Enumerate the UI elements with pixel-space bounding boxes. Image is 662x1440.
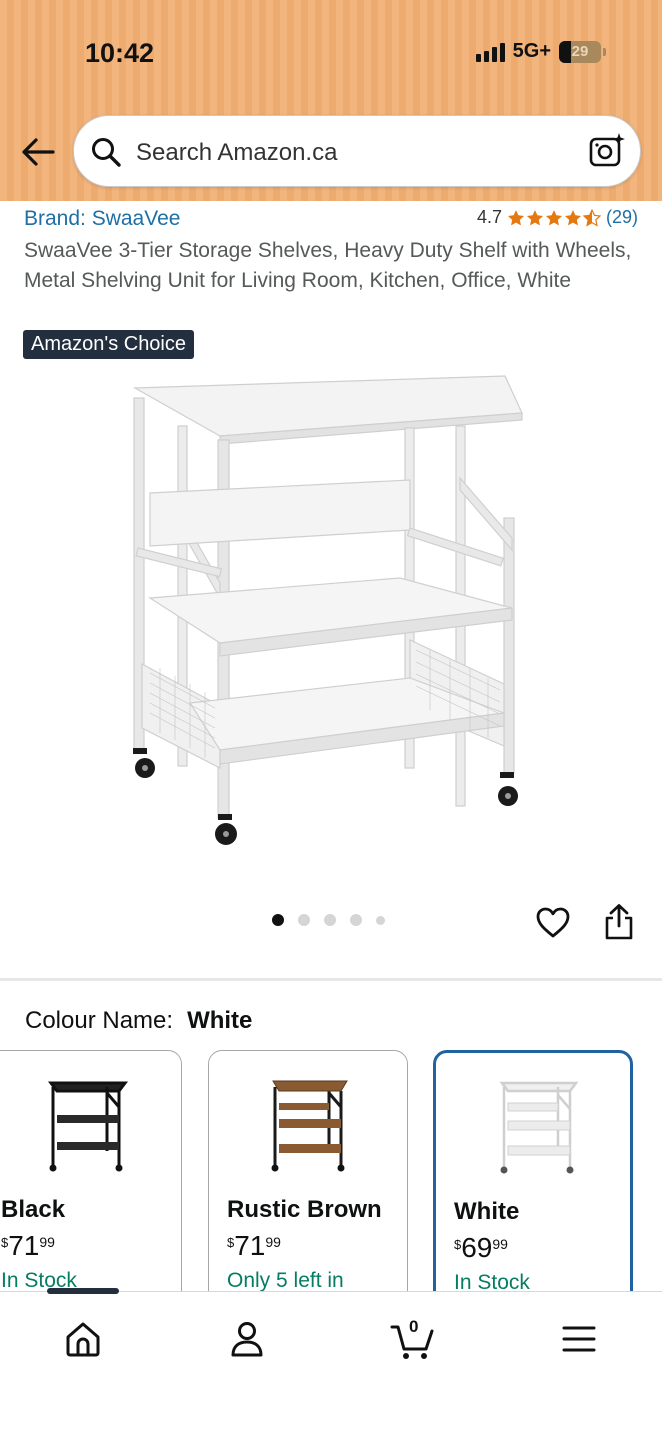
carousel-dot[interactable] bbox=[272, 914, 284, 926]
colour-thumbnail bbox=[499, 1081, 579, 1174]
colour-thumbnail bbox=[271, 1080, 348, 1172]
nav-home[interactable] bbox=[60, 1316, 106, 1362]
rating-summary[interactable]: 4.7 (29) bbox=[477, 207, 638, 228]
active-tab-indicator bbox=[47, 1288, 119, 1294]
amazons-choice-badge: Amazon's Choice bbox=[23, 330, 194, 359]
star-icon bbox=[526, 209, 544, 225]
home-icon bbox=[66, 1322, 100, 1357]
colour-option-rustic-brown[interactable]: Rustic Brown $71 99 Only 5 left in bbox=[208, 1050, 408, 1310]
colour-option-name: White bbox=[454, 1198, 520, 1225]
camera-lens-icon[interactable] bbox=[588, 132, 626, 170]
star-icon bbox=[545, 209, 563, 225]
star-icon bbox=[507, 209, 525, 225]
back-button[interactable] bbox=[18, 132, 58, 172]
share-icon[interactable] bbox=[603, 903, 635, 941]
colour-option-price: $71 99 bbox=[227, 1230, 281, 1261]
rating-value: 4.7 bbox=[476, 207, 502, 227]
person-icon bbox=[231, 1322, 263, 1357]
colour-thumbnail bbox=[48, 1081, 128, 1172]
colour-option-name: Black bbox=[1, 1196, 66, 1223]
colour-label: Colour Name: White bbox=[25, 1007, 252, 1035]
selected-colour: White bbox=[187, 1007, 253, 1034]
colour-label-text: Colour Name: bbox=[25, 1007, 174, 1034]
colour-option-price: $69 99 bbox=[454, 1232, 508, 1263]
search-bar[interactable]: Search Amazon.ca bbox=[73, 115, 641, 187]
colour-option-black[interactable]: Black $71 99 In Stock bbox=[0, 1050, 182, 1310]
nav-menu[interactable] bbox=[556, 1316, 602, 1362]
product-title: SwaaVee 3-Tier Storage Shelves, Heavy Du… bbox=[24, 239, 632, 292]
status-time: 10:42 bbox=[85, 38, 155, 68]
star-icon bbox=[564, 209, 582, 225]
network-type: 5G+ bbox=[512, 40, 551, 62]
status-indicators: 5G+ 29 bbox=[475, 40, 606, 63]
brand-link[interactable]: Brand: SwaaVee bbox=[24, 207, 180, 231]
carousel-dot[interactable] bbox=[324, 914, 336, 926]
colour-option-name: Rustic Brown bbox=[227, 1196, 382, 1223]
nav-cart[interactable]: 0 bbox=[390, 1316, 436, 1362]
bottom-navigation: 0 bbox=[0, 1288, 662, 1440]
carousel-dot[interactable] bbox=[350, 914, 362, 926]
carousel-dot[interactable] bbox=[376, 915, 385, 925]
battery-icon: 29 bbox=[559, 40, 601, 63]
battery-level: 29 bbox=[571, 43, 589, 60]
header-bar: 10:42 5G+ 29 Search Amazon.ca bbox=[0, 0, 662, 201]
section-divider bbox=[0, 978, 662, 981]
star-rating bbox=[507, 208, 601, 227]
nav-account[interactable] bbox=[224, 1316, 270, 1362]
cart-count: 0 bbox=[409, 1317, 419, 1336]
carousel-dot[interactable] bbox=[298, 914, 310, 926]
search-icon bbox=[92, 138, 121, 167]
rating-count[interactable]: (29) bbox=[606, 207, 638, 228]
hamburger-menu-icon bbox=[562, 1326, 596, 1352]
heart-icon[interactable] bbox=[535, 905, 571, 941]
signal-icon bbox=[475, 42, 505, 62]
search-input[interactable]: Search Amazon.ca bbox=[136, 139, 337, 167]
product-image[interactable] bbox=[120, 368, 540, 868]
image-carousel-dots[interactable] bbox=[272, 914, 385, 926]
colour-option-white[interactable]: White $69 99 In Stock bbox=[433, 1050, 633, 1310]
colour-option-price: $71 99 bbox=[1, 1230, 55, 1261]
half-star-icon bbox=[582, 208, 601, 227]
arrow-left-icon bbox=[22, 138, 55, 166]
colour-option-stock: Only 5 left in bbox=[227, 1269, 344, 1292]
